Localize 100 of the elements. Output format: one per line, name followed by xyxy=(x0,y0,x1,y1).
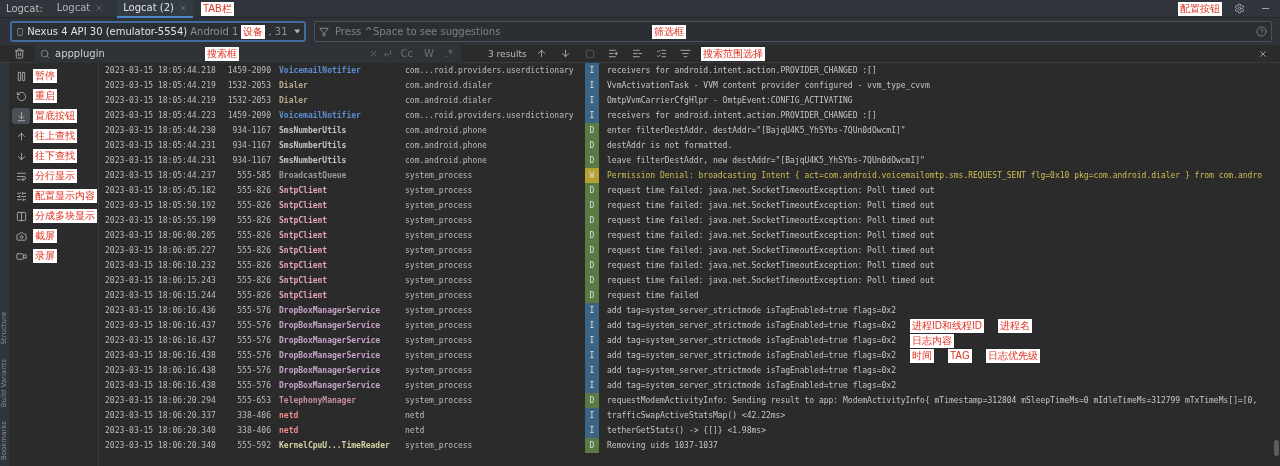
log-tag: DropBoxManagerService xyxy=(279,321,397,330)
log-timestamp: 2023-03-15 18:06:05.227 xyxy=(105,246,217,255)
log-tag: SntpClient xyxy=(279,201,397,210)
log-priority: D xyxy=(585,138,599,153)
device-detail: Android 1 xyxy=(190,26,239,37)
log-priority: D xyxy=(585,243,599,258)
log-priority: D xyxy=(585,273,599,288)
log-pid: 555-576 xyxy=(236,381,271,390)
log-pid: 555-826 xyxy=(236,246,271,255)
search-option-toggle[interactable]: .* xyxy=(441,48,456,59)
log-message: add tag=system_server_strictmode isTagEnabled=true flags=0x2 xyxy=(607,351,896,360)
log-process: com.android.dialer xyxy=(405,96,493,105)
scroll-to-end-icon xyxy=(15,110,27,122)
log-timestamp: 2023-03-15 18:06:16.438 xyxy=(105,351,217,360)
log-pid: 555-576 xyxy=(236,336,271,345)
help-icon[interactable] xyxy=(1256,26,1267,37)
settings-icon xyxy=(1233,3,1245,14)
log-tag: VoicemailNotifier xyxy=(279,66,397,75)
log-pid: 555-826 xyxy=(236,186,271,195)
restart-icon xyxy=(15,90,27,102)
log-pid: 934-1167 xyxy=(231,141,271,150)
list-plus-icon xyxy=(608,48,620,59)
log-timestamp: 2023-03-15 18:06:16.438 xyxy=(105,366,217,375)
phone-icon xyxy=(16,26,25,37)
annotation-label: TAG xyxy=(948,348,972,363)
log-priority: D xyxy=(585,153,599,168)
tool-window-title: Logcat: xyxy=(6,3,43,14)
caret-icon xyxy=(293,29,300,34)
log-priority: D xyxy=(585,393,599,408)
log-timestamp: 2023-03-15 18:06:20.294 xyxy=(105,396,217,405)
log-message: request time failed: java.net.SocketTimeoutException: Poll timed out xyxy=(607,231,935,240)
log-tag: SntpClient xyxy=(279,216,397,225)
log-process: system_process xyxy=(405,171,474,180)
annotation-label: 设备 xyxy=(241,24,266,39)
list-checks-icon xyxy=(656,48,668,59)
annotation-label: 往下查找 xyxy=(33,149,77,163)
log-timestamp: 2023-03-15 18:06:10.232 xyxy=(105,261,217,270)
arrow-down-icon xyxy=(15,150,27,162)
log-priority: D xyxy=(585,198,599,213)
arrow-up-icon xyxy=(536,48,548,59)
search-option-toggle[interactable]: Cc xyxy=(397,48,416,59)
log-tag: netd xyxy=(279,411,397,420)
annotation-label: 搜索范围选择 xyxy=(700,46,765,61)
scrollbar-thumb[interactable] xyxy=(1274,440,1279,456)
log-message: receivers for android.intent.action.PROVIDER_CHANGED :[] xyxy=(607,66,877,75)
log-message: add tag=system_server_strictmode isTagEnabled=true flags=0x2 xyxy=(607,306,896,315)
log-message: request time failed: java.net.SocketTimeoutException: Poll timed out xyxy=(607,216,935,225)
log-timestamp: 2023-03-15 18:05:44.237 xyxy=(105,171,217,180)
device-name: Nexus 4 API 30 (emulator-5554) xyxy=(27,26,188,37)
log-message: request time failed: java.net.SocketTimeoutException: Poll timed out xyxy=(607,186,935,195)
log-pid: 555-826 xyxy=(236,216,271,225)
log-priority: D xyxy=(585,213,599,228)
log-process: com.android.phone xyxy=(405,156,488,165)
log-tag: DropBoxManagerService xyxy=(279,351,397,360)
log-process: system_process xyxy=(405,441,474,450)
log-priority: I xyxy=(585,108,599,123)
log-timestamp: 2023-03-15 18:05:44.223 xyxy=(105,111,217,120)
log-pid: 934-1167 xyxy=(231,156,271,165)
log-priority: I xyxy=(585,348,599,363)
log-pid: 555-826 xyxy=(236,291,271,300)
log-process: system_process xyxy=(405,261,474,270)
filter-field[interactable]: Press ^Space to see suggestions 筛选框 xyxy=(314,21,1272,42)
results-count: 3 results xyxy=(488,48,527,59)
log-timestamp: 2023-03-15 18:06:16.438 xyxy=(105,381,217,390)
annotation-label: 配置按钮 xyxy=(1178,1,1222,16)
log-timestamp: 2023-03-15 18:05:44.231 xyxy=(105,141,217,150)
log-message: add tag=system_server_strictmode isTagEnabled=true flags=0x2 xyxy=(607,321,896,330)
log-pid: 555-576 xyxy=(236,366,271,375)
log-message: Permission Denial: broadcasting Intent { act=com.android.voicemailomtp.sms.REQUEST_SENT flg=0x10 pkg=com.android.dialer } from com.andro xyxy=(607,171,1263,180)
log-priority: W xyxy=(585,168,599,183)
filter-placeholder: Press ^Space to see suggestions xyxy=(335,26,501,37)
camera-icon xyxy=(15,230,27,242)
log-process: system_process xyxy=(405,186,474,195)
trash-icon xyxy=(13,48,25,59)
log-process: system_process xyxy=(405,366,474,375)
annotation-label: 往上查找 xyxy=(33,129,77,143)
log-timestamp: 2023-03-15 18:06:15.244 xyxy=(105,291,217,300)
log-pid: 555-826 xyxy=(236,276,271,285)
log-timestamp: 2023-03-15 18:05:50.192 xyxy=(105,201,217,210)
log-pid: 555-592 xyxy=(236,441,271,450)
log-priority: I xyxy=(585,303,599,318)
annotation-label: 时间 xyxy=(910,348,934,363)
log-priority: I xyxy=(585,78,599,93)
log-priority: I xyxy=(585,378,599,393)
logcat-tab[interactable]: Logcat xyxy=(50,0,110,18)
device-dropdown[interactable]: Nexus 4 API 30 (emulator-5554) Android 1 设备 , 31 xyxy=(10,21,306,42)
wrap-lines-icon xyxy=(15,170,27,182)
search-option-toggle[interactable]: W xyxy=(420,48,437,59)
log-pid: 555-653 xyxy=(236,396,271,405)
log-tag: SmsNumberUtils xyxy=(279,141,397,150)
logcat-tab[interactable]: Logcat (2) xyxy=(117,0,193,18)
log-message: add tag=system_server_strictmode isTagEnabled=true flags=0x2 xyxy=(607,366,896,375)
annotation-label: 分行显示 xyxy=(33,169,77,183)
log-message: add tag=system_server_strictmode isTagEnabled=true flags=0x2 xyxy=(607,381,896,390)
scroll-to-end-button[interactable] xyxy=(12,108,30,124)
log-tag: SntpClient xyxy=(279,291,397,300)
log-priority: I xyxy=(585,63,599,78)
log-tag: SntpClient xyxy=(279,261,397,270)
log-timestamp: 2023-03-15 18:06:20.340 xyxy=(105,426,217,435)
log-tag: netd xyxy=(279,426,397,435)
